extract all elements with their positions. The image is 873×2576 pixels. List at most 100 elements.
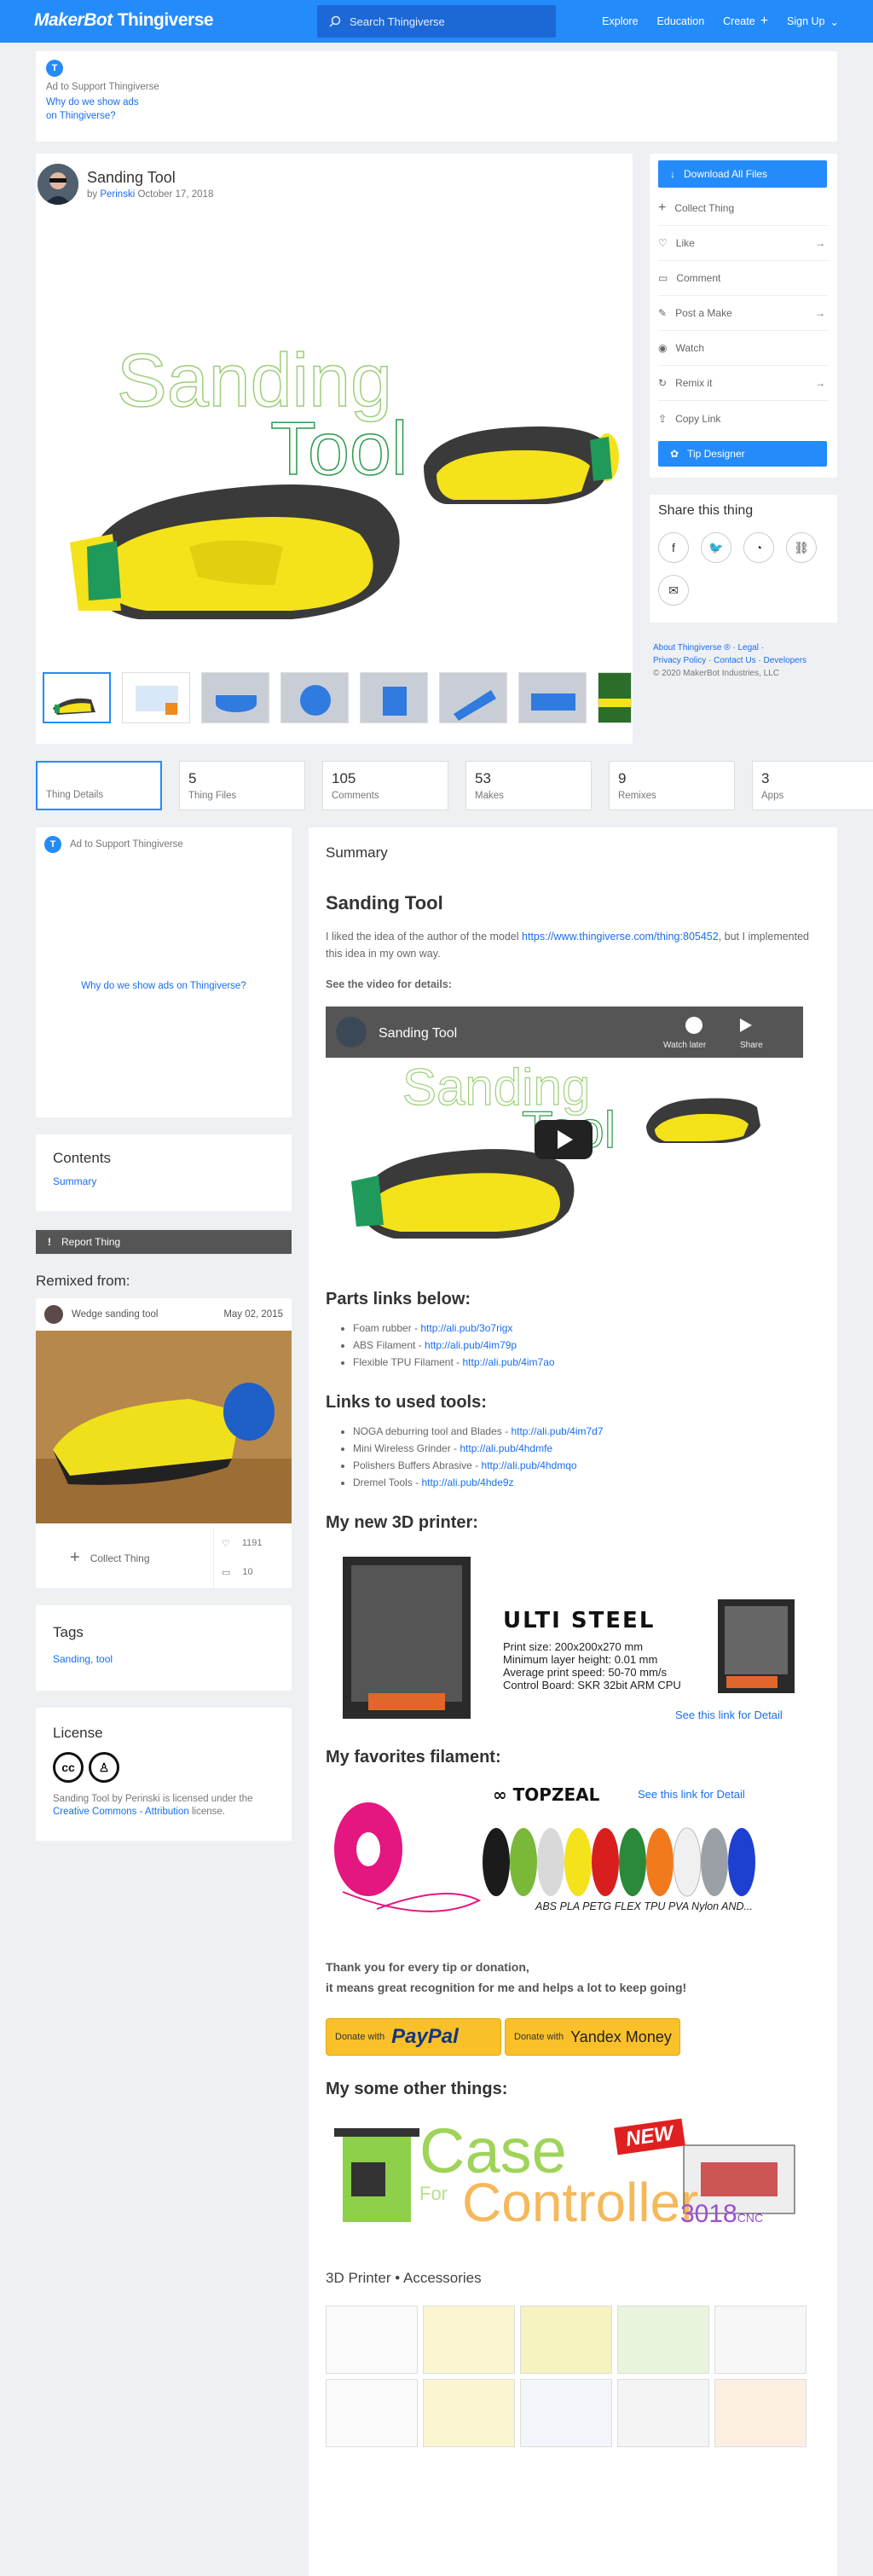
email-icon[interactable]: ✉	[658, 575, 689, 606]
search-input[interactable]: Search Thingiverse	[317, 5, 556, 38]
accessory-thumb[interactable]	[617, 2379, 709, 2447]
tool-link[interactable]: http://ali.pub/4hdmqo	[482, 1459, 577, 1471]
thumbnail[interactable]	[518, 672, 587, 723]
author-link[interactable]: Perinski	[100, 189, 135, 200]
accessory-thumb[interactable]	[617, 2306, 709, 2374]
like-count[interactable]: ♡ 1191	[222, 1538, 263, 1549]
avatar	[44, 1305, 63, 1324]
tool-link[interactable]: http://ali.pub/4hde9z	[421, 1477, 513, 1488]
chevron-down-icon: ⌄	[830, 15, 839, 28]
link-icon[interactable]: ⛓	[786, 532, 817, 563]
top-ad: T Ad to Support Thingiverse Why do we sh…	[36, 51, 837, 142]
accessory-thumb[interactable]	[520, 2379, 612, 2447]
footer-links-1[interactable]: About Thingiverse ® · Legal ·	[653, 641, 841, 654]
report-thing-button[interactable]: ! Report Thing	[36, 1230, 292, 1254]
part-link[interactable]: http://ali.pub/4im79p	[425, 1339, 517, 1351]
facebook-icon[interactable]: f	[658, 532, 689, 563]
accessory-thumb[interactable]	[423, 2306, 515, 2374]
svg-text:Watch later: Watch later	[663, 1041, 707, 1050]
thumbnail[interactable]	[201, 672, 269, 723]
part-link[interactable]: http://ali.pub/3o7rigx	[420, 1322, 512, 1334]
accessory-thumb[interactable]	[714, 2379, 807, 2447]
thumbnail[interactable]	[280, 672, 349, 723]
nav-create[interactable]: Create +	[723, 14, 768, 29]
tab-comments[interactable]: 105 Comments	[322, 761, 448, 810]
filament-banner[interactable]: ∞ TOPZEAL See this link for Detail ABS P…	[326, 1781, 803, 1926]
nav-signup[interactable]: Sign Up ⌄	[787, 15, 839, 28]
tab-thing-files[interactable]: 5 Thing Files	[179, 761, 305, 810]
tools-heading: Links to used tools:	[326, 1393, 487, 1412]
other-things-heading: My some other things:	[326, 2080, 508, 2098]
download-all-button[interactable]: ↓ Download All Files	[658, 160, 827, 188]
actions-panel: ↓ Download All Files + Collect Thing ♡ Like…	[650, 154, 837, 478]
part-link[interactable]: http://ali.pub/4im7ao	[462, 1356, 554, 1368]
remix-card[interactable]: Wedge sanding tool May 02, 2015 + Collect…	[36, 1298, 292, 1596]
twitter-icon[interactable]: 🐦	[701, 532, 731, 563]
tool-link[interactable]: http://ali.pub/4im7d7	[511, 1425, 603, 1437]
controller-word: Controller	[462, 2172, 699, 2233]
list-item: Dremel Tools - http://ali.pub/4hde9z	[353, 1474, 820, 1491]
why-ads-link[interactable]: Why do we show ads on Thingiverse?	[46, 96, 827, 123]
post-make-button[interactable]: ✎ Post a Make →	[658, 296, 829, 331]
main-image[interactable]: Sanding Tool	[36, 210, 633, 662]
why-ads-link[interactable]: Why do we show ads on Thingiverse?	[44, 981, 283, 991]
summary-intro: I liked the idea of the author of the mo…	[326, 931, 810, 960]
remix-name: Wedge sanding tool	[72, 1309, 159, 1320]
donate-yandex-button[interactable]: Donate with Yandex Money	[505, 2018, 680, 2056]
copy-link-button[interactable]: ⇪ Copy Link	[658, 401, 829, 436]
comment-button[interactable]: ▭ Comment	[658, 261, 829, 296]
tab-makes[interactable]: 53 Makes	[465, 761, 592, 810]
source-thing-link[interactable]: https://www.thingiverse.com/thing:805452	[522, 931, 719, 943]
accessory-thumb[interactable]	[326, 2306, 418, 2374]
plus-icon: +	[760, 14, 769, 28]
tab-remixes[interactable]: 9 Remixes	[609, 761, 735, 810]
summary-title: Sanding Tool	[326, 892, 443, 914]
filament-detail-link[interactable]: See this link for Detail	[638, 1788, 745, 1801]
accessory-thumb[interactable]	[714, 2306, 807, 2374]
tool-link[interactable]: http://ali.pub/4hdmfe	[460, 1442, 552, 1454]
action-list: + Collect Thing ♡ Like → ▭ Comment ✎ Post a M…	[658, 191, 829, 436]
thumbnail[interactable]	[598, 672, 632, 723]
accessory-thumb[interactable]	[520, 2306, 612, 2374]
makerbot-thingiverse-logo[interactable]: MakerBot Thingiverse	[34, 10, 214, 31]
accessory-thumb[interactable]	[423, 2379, 515, 2447]
svg-text:Share: Share	[740, 1041, 763, 1050]
comment-count[interactable]: ▭ 10	[222, 1567, 253, 1578]
like-button[interactable]: ♡ Like →	[658, 226, 829, 261]
remix-button[interactable]: ↻ Remix it →	[658, 366, 829, 401]
collect-thing-button[interactable]: + Collect Thing	[70, 1548, 150, 1568]
ad-label: Ad to Support Thingiverse	[46, 82, 159, 92]
tab-thing-details[interactable]: Thing Details	[36, 761, 162, 810]
contents-summary-link[interactable]: Summary	[53, 1175, 275, 1187]
alert-icon: !	[48, 1236, 51, 1248]
yandex-money-logo: Yandex Money	[570, 2028, 672, 2045]
nav-education[interactable]: Education	[657, 15, 705, 27]
other-things-banner[interactable]: Case For Controller NEW 3018CNC	[326, 2111, 803, 2248]
cc-license-link[interactable]: Creative Commons - Attribution	[53, 1807, 189, 1817]
printer-detail-link[interactable]: See this link for Detail	[675, 1709, 783, 1721]
tip-designer-button[interactable]: ✿ Tip Designer	[658, 441, 827, 467]
whatsapp-icon[interactable]: ◔	[743, 532, 774, 563]
list-item: Flexible TPU Filament - http://ali.pub/4…	[353, 1354, 820, 1371]
collect-thing-button[interactable]: + Collect Thing	[658, 191, 829, 226]
thumbnail[interactable]	[122, 672, 190, 723]
video-player[interactable]: Sanding Tool Watch later Share Sanding T…	[326, 1007, 803, 1262]
left-ad: T Ad to Support Thingiverse Why do we sho…	[36, 827, 292, 1117]
footer-links-2[interactable]: Privacy Policy · Contact Us · Developers	[653, 654, 841, 667]
watch-button[interactable]: ◉ Watch	[658, 331, 829, 366]
thumbnail-strip	[43, 672, 632, 723]
nav-explore[interactable]: Explore	[602, 15, 638, 27]
accessory-thumb[interactable]	[326, 2379, 418, 2447]
thing-header: Sanding Tool by Perinski October 17, 201…	[38, 164, 213, 205]
thumbnail[interactable]	[360, 672, 428, 723]
avatar[interactable]	[38, 164, 78, 205]
printer-banner[interactable]: ULTI STEEL Print size: 200x200x270 mm Mi…	[326, 1548, 803, 1727]
download-icon: ↓	[670, 168, 675, 180]
tab-apps[interactable]: 3 Apps	[752, 761, 873, 810]
share-icon: ⇪	[658, 412, 668, 425]
thumbnail[interactable]	[43, 672, 111, 723]
tag-links[interactable]: Sanding, tool	[53, 1653, 275, 1665]
thumbnail[interactable]	[439, 672, 507, 723]
donate-paypal-button[interactable]: Donate with PayPal	[326, 2018, 501, 2056]
filament-heading: My favorites filament:	[326, 1748, 501, 1767]
